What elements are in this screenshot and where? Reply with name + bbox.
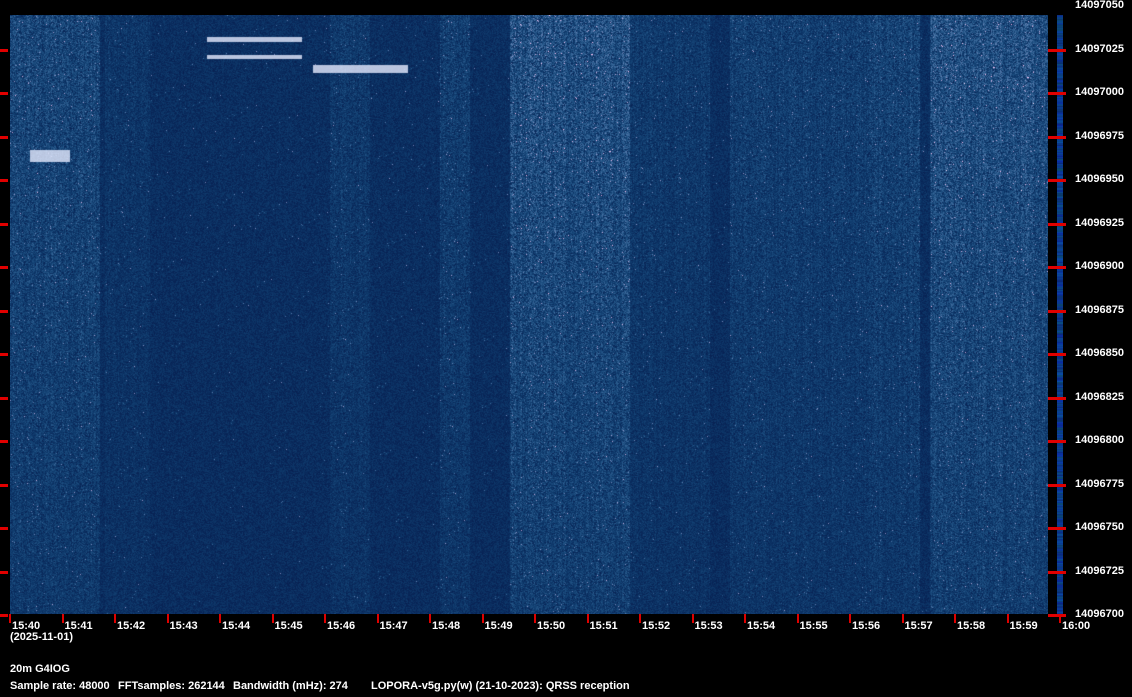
x-tick-mark xyxy=(639,614,641,623)
y-tick-mark xyxy=(0,309,8,313)
fft-samples: FFTsamples: 262144 xyxy=(118,680,225,692)
bandwidth: Bandwidth (mHz): 274 xyxy=(233,680,348,692)
x-tick-label: 15:46 xyxy=(327,620,356,632)
x-tick-mark xyxy=(586,614,589,623)
y-tick-mark xyxy=(1048,483,1066,487)
x-tick-mark xyxy=(376,614,379,623)
y-tick-mark xyxy=(1048,92,1066,95)
x-tick-mark xyxy=(954,614,956,623)
x-tick-label: 16:00 xyxy=(1062,620,1091,632)
y-tick-mark xyxy=(1048,179,1066,182)
y-tick-mark xyxy=(1048,527,1066,530)
y-tick-label: 14096900 xyxy=(1075,260,1124,272)
x-tick-mark xyxy=(271,614,274,623)
y-tick-label: 14096825 xyxy=(1075,390,1124,403)
x-tick-mark xyxy=(901,614,904,623)
date-label: (2025-11-01) xyxy=(10,631,73,643)
y-tick-label: 14097000 xyxy=(1075,86,1124,98)
y-tick-label: 14096800 xyxy=(1075,434,1124,446)
y-tick-mark xyxy=(0,483,8,487)
y-tick-mark xyxy=(1048,440,1066,443)
waterfall-spectrogram xyxy=(10,15,1048,614)
y-tick-mark xyxy=(0,614,8,617)
sample-rate: Sample rate: 48000 xyxy=(10,680,110,692)
y-tick-mark xyxy=(1048,570,1066,574)
x-tick-mark xyxy=(1059,614,1061,623)
y-tick-mark xyxy=(0,48,8,52)
x-tick-label: 15:57 xyxy=(904,620,933,632)
x-tick-mark xyxy=(481,614,484,623)
x-tick-label: 15:42 xyxy=(117,620,146,632)
x-tick-mark xyxy=(166,614,169,623)
x-tick-mark xyxy=(796,614,799,623)
x-tick-label: 15:59 xyxy=(1009,620,1038,632)
x-tick-mark xyxy=(61,614,64,623)
x-tick-mark xyxy=(849,614,851,623)
x-tick-label: 15:51 xyxy=(589,620,618,632)
y-tick-mark xyxy=(0,396,8,400)
x-tick-label: 15:48 xyxy=(432,620,461,632)
x-tick-mark xyxy=(429,614,431,623)
y-tick-mark xyxy=(1048,135,1066,139)
x-tick-label: 15:47 xyxy=(379,620,408,632)
y-tick-mark xyxy=(1048,222,1066,226)
y-tick-mark xyxy=(0,440,8,443)
y-tick-mark xyxy=(0,353,8,356)
y-tick-label: 14097025 xyxy=(1075,42,1124,55)
x-tick-label: 15:45 xyxy=(274,620,303,632)
y-tick-mark xyxy=(0,179,8,182)
x-tick-label: 15:43 xyxy=(169,620,198,632)
x-tick-mark xyxy=(1006,614,1009,623)
x-tick-mark xyxy=(114,614,116,623)
y-tick-mark xyxy=(1048,48,1066,52)
y-tick-label: 14096750 xyxy=(1075,521,1124,533)
x-tick-mark xyxy=(9,614,11,623)
x-tick-label: 15:58 xyxy=(957,620,986,632)
y-tick-mark xyxy=(1048,353,1066,356)
y-tick-label: 14096950 xyxy=(1075,173,1124,185)
y-tick-mark xyxy=(0,527,8,530)
y-tick-mark xyxy=(0,92,8,95)
y-tick-label: 14096775 xyxy=(1075,477,1124,490)
x-tick-label: 15:55 xyxy=(799,620,828,632)
y-tick-label: 14096725 xyxy=(1075,564,1124,577)
x-tick-mark xyxy=(324,614,326,623)
software-info: LOPORA-v5g.py(w) (21-10-2023): QRSS rece… xyxy=(371,680,630,692)
y-tick-mark xyxy=(1048,614,1066,617)
x-tick-label: 15:53 xyxy=(694,620,723,632)
y-tick-mark xyxy=(1048,266,1066,269)
x-tick-mark xyxy=(534,614,536,623)
y-tick-mark xyxy=(1048,309,1066,313)
x-tick-label: 15:49 xyxy=(484,620,513,632)
x-tick-label: 15:54 xyxy=(747,620,776,632)
x-tick-label: 15:50 xyxy=(537,620,566,632)
x-tick-mark xyxy=(744,614,746,623)
x-tick-label: 15:44 xyxy=(222,620,251,632)
y-tick-mark xyxy=(0,570,8,574)
y-tick-mark xyxy=(1048,396,1066,400)
y-tick-mark xyxy=(0,135,8,139)
y-tick-label: 14096875 xyxy=(1075,303,1124,316)
y-tick-mark xyxy=(0,222,8,226)
x-tick-mark xyxy=(691,614,694,623)
x-tick-mark xyxy=(219,614,221,623)
x-tick-label: 15:56 xyxy=(852,620,881,632)
y-tick-mark xyxy=(0,266,8,269)
station-label: 20m G4IOG xyxy=(10,663,70,675)
y-tick-label: 14096925 xyxy=(1075,216,1124,229)
y-tick-label: 14096975 xyxy=(1075,129,1124,142)
y-tick-label: 14097050 xyxy=(1075,0,1124,11)
y-tick-label: 14096700 xyxy=(1075,608,1124,620)
y-tick-label: 14096850 xyxy=(1075,347,1124,359)
signal-level-bar xyxy=(1057,15,1063,614)
x-tick-label: 15:52 xyxy=(642,620,671,632)
